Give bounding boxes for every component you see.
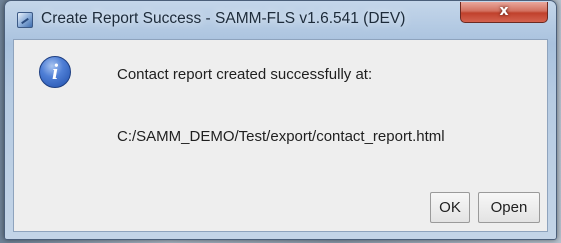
- report-path: C:/SAMM_DEMO/Test/export/contact_report.…: [117, 128, 445, 145]
- ok-button[interactable]: OK: [430, 192, 470, 223]
- open-button[interactable]: Open: [478, 192, 540, 223]
- app-icon: [17, 12, 33, 28]
- dialog-window: Create Report Success - SAMM-FLS v1.6.54…: [4, 0, 557, 240]
- info-icon: i: [39, 56, 71, 88]
- title-bar[interactable]: Create Report Success - SAMM-FLS v1.6.54…: [5, 1, 556, 39]
- dialog-content: i Contact report created successfully at…: [13, 39, 548, 232]
- window-title: Create Report Success - SAMM-FLS v1.6.54…: [41, 10, 406, 27]
- close-icon: x: [499, 3, 509, 19]
- close-button[interactable]: x: [460, 2, 548, 23]
- success-message: Contact report created successfully at:: [117, 66, 373, 83]
